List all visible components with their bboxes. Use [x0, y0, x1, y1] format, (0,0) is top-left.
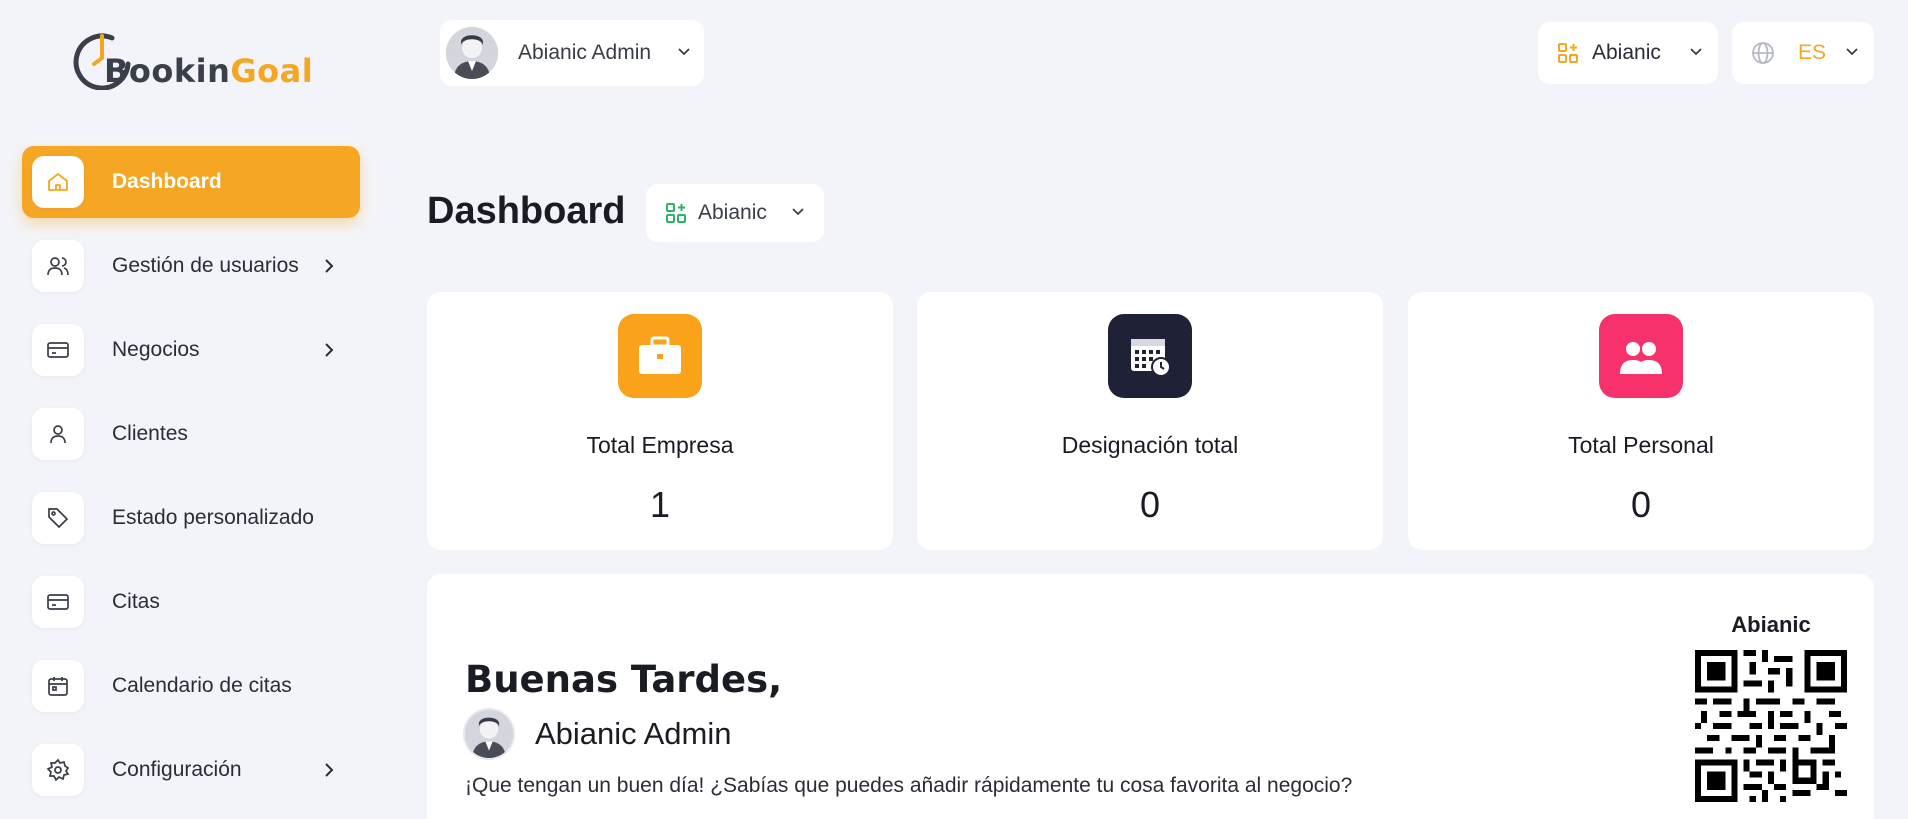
- avatar: [446, 27, 498, 79]
- calendar-clock-icon: [1108, 314, 1192, 398]
- sidebar-item-label: Calendario de citas: [112, 674, 292, 697]
- logo-text: BookinGoal: [104, 52, 313, 90]
- chevron-down-icon: [678, 48, 690, 56]
- chevron-right-icon: [325, 259, 334, 273]
- language-selector-button[interactable]: ES: [1732, 22, 1874, 84]
- sidebar-item-label: Gestión de usuarios: [112, 254, 299, 277]
- welcome-message: ¡Que tengan un buen día! ¿Sabías que pue…: [465, 774, 1353, 797]
- tag-icon: [32, 492, 84, 544]
- logo-text-part2: Goal: [230, 52, 314, 90]
- apps-add-icon: [666, 203, 686, 223]
- chevron-right-icon: [325, 763, 334, 777]
- chevron-down-icon: [792, 208, 804, 216]
- welcome-card: Buenas Tardes, Abianic Admin ¡Que tengan…: [427, 574, 1874, 819]
- users-icon: [32, 240, 84, 292]
- language-selector-label: ES: [1798, 41, 1827, 64]
- sidebar-item-label: Configuración: [112, 758, 242, 781]
- stat-title: Designación total: [1061, 432, 1239, 458]
- logo-text-part1: Bookin: [104, 52, 231, 90]
- sidebar-item-label: Negocios: [112, 338, 200, 361]
- apps-add-icon: [1558, 43, 1578, 63]
- globe-icon: [1752, 42, 1774, 64]
- briefcase-icon: [618, 314, 702, 398]
- card-icon: [32, 324, 84, 376]
- chevron-down-icon: [1846, 48, 1858, 56]
- app-logo[interactable]: BookinGoal: [72, 26, 313, 94]
- sidebar-item-calendar[interactable]: Calendario de citas: [22, 650, 360, 722]
- sidebar-item-label: Clientes: [112, 422, 188, 445]
- sidebar-item-user-management[interactable]: Gestión de usuarios: [22, 230, 360, 302]
- user-icon: [32, 408, 84, 460]
- stat-value: 0: [1630, 484, 1652, 525]
- qr-code-container: [1621, 650, 1908, 802]
- staff-icon: [1599, 314, 1683, 398]
- stat-value: 1: [649, 484, 671, 525]
- page-business-selector[interactable]: Abianic: [646, 184, 824, 242]
- greeting-text: Buenas Tardes,: [465, 658, 783, 701]
- sidebar-item-settings[interactable]: Configuración: [22, 734, 360, 806]
- card-icon: [32, 576, 84, 628]
- business-selector-label: Abianic: [1592, 41, 1661, 64]
- stat-title: Total Personal: [1568, 432, 1714, 458]
- avatar: [463, 708, 515, 760]
- gear-icon: [32, 744, 84, 796]
- sidebar-item-appointments[interactable]: Citas: [22, 566, 360, 638]
- sidebar-item-clients[interactable]: Clientes: [22, 398, 360, 470]
- sidebar-item-label: Estado personalizado: [112, 506, 314, 529]
- user-menu-button[interactable]: Abianic Admin: [440, 20, 704, 86]
- stat-card-total-appointments: Designación total 0: [917, 292, 1383, 550]
- page-title: Dashboard: [427, 190, 626, 232]
- chevron-right-icon: [325, 343, 334, 357]
- stat-title: Total Empresa: [586, 432, 734, 458]
- calendar-icon: [32, 660, 84, 712]
- page-business-selector-label: Abianic: [698, 201, 767, 224]
- user-name: Abianic Admin: [518, 41, 652, 64]
- chevron-down-icon: [1690, 48, 1702, 56]
- stat-card-total-staff: Total Personal 0: [1408, 292, 1874, 550]
- sidebar: Dashboard Gestión de usuarios Negocios C…: [22, 146, 360, 818]
- sidebar-item-businesses[interactable]: Negocios: [22, 314, 360, 386]
- sidebar-item-custom-status[interactable]: Estado personalizado: [22, 482, 360, 554]
- sidebar-item-dashboard[interactable]: Dashboard: [22, 146, 360, 218]
- qr-code[interactable]: [1695, 650, 1847, 802]
- qr-title: Abianic: [1731, 612, 1811, 637]
- sidebar-item-label: Citas: [112, 590, 160, 613]
- stat-card-total-companies: Total Empresa 1: [427, 292, 893, 550]
- business-selector-button[interactable]: Abianic: [1538, 22, 1718, 84]
- welcome-user-name: Abianic Admin: [535, 716, 732, 751]
- home-icon: [32, 156, 84, 208]
- welcome-user: Abianic Admin: [463, 708, 731, 760]
- sidebar-item-label: Dashboard: [112, 170, 222, 193]
- stat-value: 0: [1139, 484, 1161, 525]
